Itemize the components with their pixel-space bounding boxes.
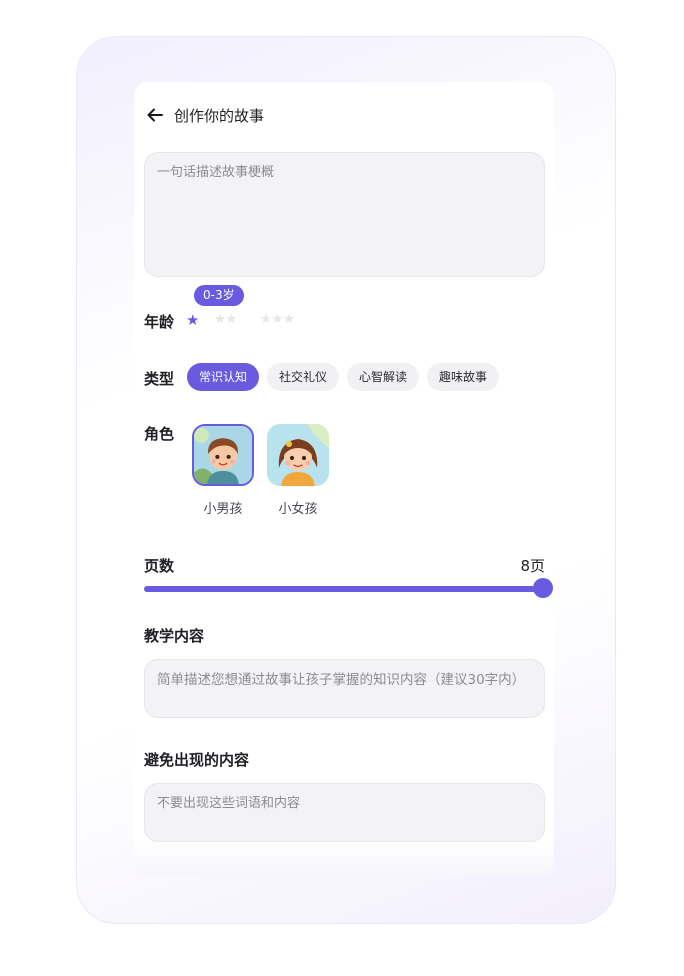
page-title: 创作你的故事 xyxy=(174,106,265,125)
type-chips: 常识认知 社交礼仪 心智解读 趣味故事 xyxy=(187,363,500,391)
avoid-content-input[interactable]: 不要出现这些词语和内容 xyxy=(144,783,545,842)
girl-avatar-label: 小女孩 xyxy=(278,502,318,517)
pages-slider-thumb[interactable] xyxy=(533,578,553,598)
create-story-screen: 创作你的故事 一句话描述故事梗概 0-3岁 年龄 ★ ★★ ★★★ 类型 常识认… xyxy=(134,82,554,876)
avoid-content-placeholder: 不要出现这些词语和内容 xyxy=(157,796,301,811)
teaching-content-label: 教学内容 xyxy=(144,627,205,645)
type-chip-social-etiquette[interactable]: 社交礼仪 xyxy=(267,363,340,391)
age-selected-badge: 0-3岁 xyxy=(194,285,244,306)
pages-label: 页数 xyxy=(144,557,175,575)
role-label: 角色 xyxy=(144,425,175,443)
boy-avatar[interactable] xyxy=(192,424,254,486)
age-option-3-star-icon[interactable]: ★★★ xyxy=(260,311,295,329)
page-count-value: 8页 xyxy=(520,557,545,575)
header: 创作你的故事 xyxy=(144,102,264,128)
age-option-1-star-icon[interactable]: ★ xyxy=(186,311,199,329)
age-option-2-star-icon[interactable]: ★★ xyxy=(214,311,237,329)
arrow-left-icon[interactable] xyxy=(144,104,166,126)
type-chip-fun-story[interactable]: 趣味故事 xyxy=(427,363,500,391)
avoid-content-label: 避免出现的内容 xyxy=(144,751,250,769)
pages-slider-track[interactable] xyxy=(144,586,544,592)
story-summary-placeholder: 一句话描述故事梗概 xyxy=(157,165,275,180)
story-summary-input[interactable]: 一句话描述故事梗概 xyxy=(144,152,545,277)
girl-avatar[interactable] xyxy=(267,424,329,486)
type-label: 类型 xyxy=(144,370,175,388)
type-chip-mind-reading[interactable]: 心智解读 xyxy=(347,363,420,391)
pages-slider-fill xyxy=(144,586,544,592)
type-chip-common-sense[interactable]: 常识认知 xyxy=(187,363,260,391)
boy-avatar-label: 小男孩 xyxy=(203,502,243,517)
age-label: 年龄 xyxy=(144,313,175,331)
teaching-content-input[interactable]: 简单描述您想通过故事让孩子掌握的知识内容（建议30字内） xyxy=(144,659,545,718)
teaching-content-placeholder: 简单描述您想通过故事让孩子掌握的知识内容（建议30字内） xyxy=(157,672,526,688)
